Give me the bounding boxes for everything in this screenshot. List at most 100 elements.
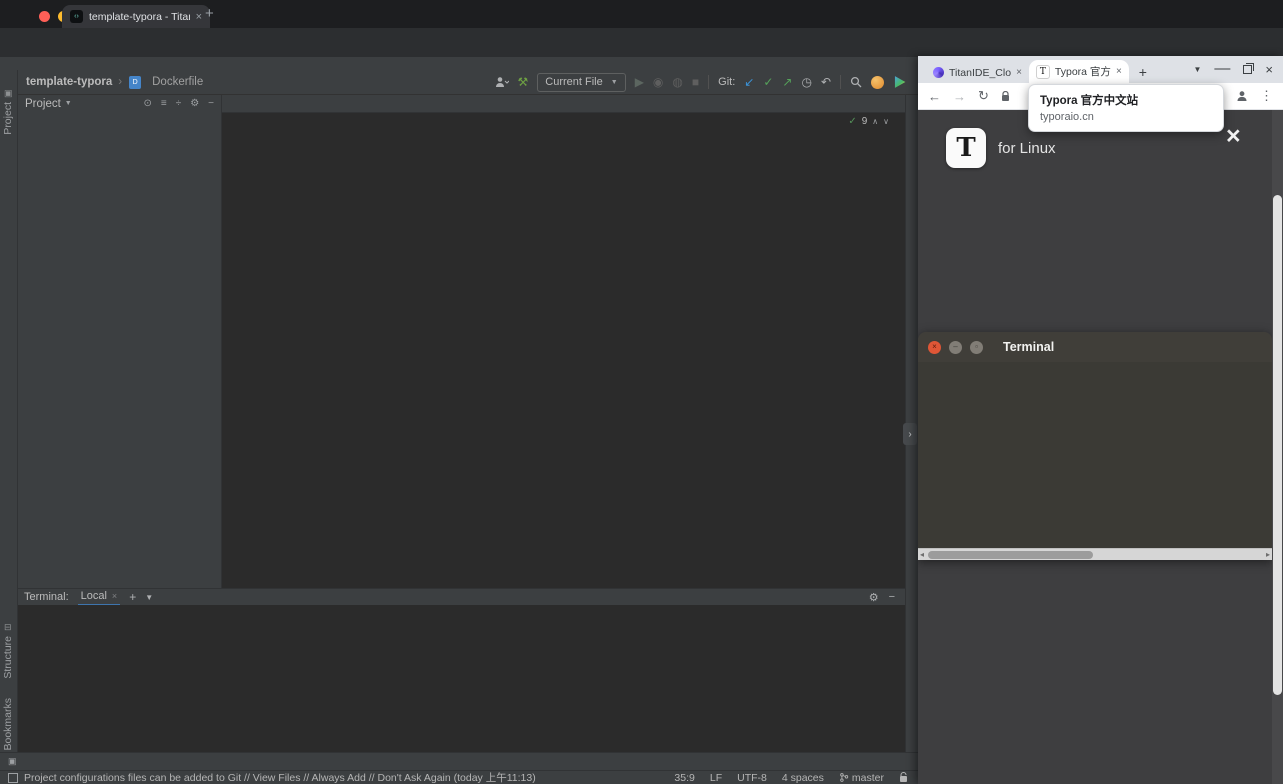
caret-position[interactable]: 35:9 xyxy=(674,772,694,784)
new-terminal-icon[interactable]: + xyxy=(129,590,136,604)
search-everywhere-icon[interactable] xyxy=(850,76,862,88)
embedded-tab-titanide[interactable]: TitanIDE_Clo × xyxy=(926,62,1029,83)
structure-toolwindow-icon[interactable]: ⊟ xyxy=(4,622,12,633)
indent-indicator[interactable]: 4 spaces xyxy=(782,772,824,784)
terminal-minimize-icon[interactable]: − xyxy=(889,591,895,604)
rollback-icon[interactable]: ↶ xyxy=(821,76,831,88)
dockerfile-icon: D xyxy=(129,75,142,89)
tab-hover-tooltip: Typora 官方中文站 typoraio.cn xyxy=(1028,84,1224,132)
tooltip-url: typoraio.cn xyxy=(1040,111,1094,123)
run-config-select[interactable]: Current File ▼ xyxy=(537,72,626,92)
horizontal-scrollbar[interactable]: ◂ ▸ xyxy=(918,548,1272,560)
scrollbar-thumb[interactable] xyxy=(1273,195,1282,695)
tab-close-icon[interactable]: × xyxy=(196,11,202,23)
coverage-icon[interactable]: ◍ xyxy=(672,76,682,88)
ubuntu-terminal-title: Terminal xyxy=(1003,340,1055,354)
macos-close-button[interactable] xyxy=(39,11,50,22)
ide-window: template-typora › D Dockerfile ⚒ Current… xyxy=(0,57,918,784)
project-strip-label[interactable]: Project xyxy=(2,102,14,135)
locate-file-icon[interactable]: ⊙ xyxy=(143,98,151,109)
ubuntu-terminal-window: × – ▫ Terminal ◂ ▸ xyxy=(918,332,1272,560)
ubuntu-terminal-titlebar: × – ▫ Terminal xyxy=(918,332,1272,362)
code-editor[interactable]: ✓ 9 ∧ ∨ xyxy=(222,113,905,588)
status-message-area[interactable]: Project configurations files can be adde… xyxy=(8,770,659,784)
status-message[interactable]: Project configurations files can be adde… xyxy=(24,770,536,784)
menu-dots-icon[interactable]: ⋮ xyxy=(1260,88,1273,104)
next-problem-icon[interactable]: ∨ xyxy=(883,117,889,126)
prev-problem-icon[interactable]: ∧ xyxy=(872,117,878,126)
history-icon[interactable]: ◷ xyxy=(801,76,811,88)
terminal-tab-close-icon[interactable]: × xyxy=(112,591,117,601)
page-close-icon[interactable]: × xyxy=(1226,124,1241,149)
collapse-all-icon[interactable]: ÷ xyxy=(176,98,182,109)
tooltip-title: Typora 官方中文站 xyxy=(1040,95,1139,107)
learn-ide-icon[interactable] xyxy=(871,75,884,89)
breadcrumb-file[interactable]: Dockerfile xyxy=(152,76,203,88)
project-toolwindow-icon[interactable]: ▣ xyxy=(4,88,13,99)
typora-logo: T xyxy=(946,128,986,168)
embedded-window-controls: ▼ — × xyxy=(1193,60,1283,83)
git-update-icon[interactable]: ↙ xyxy=(744,76,754,88)
new-tab-button[interactable]: + xyxy=(205,5,214,22)
editor-tabbar xyxy=(222,95,905,113)
run-icon[interactable]: ▶ xyxy=(635,76,644,88)
terminal-tab-label: Local xyxy=(80,590,107,602)
window-close-icon[interactable]: × xyxy=(928,340,941,354)
breadcrumb-project[interactable]: template-typora xyxy=(26,76,112,88)
project-header-actions: ⊙ ≡ ÷ ⚙ − xyxy=(143,98,214,109)
settings-gear-icon[interactable]: ⚙ xyxy=(190,98,199,109)
forward-icon[interactable]: → xyxy=(953,89,966,104)
titanide-favicon: ‹› xyxy=(70,10,83,23)
inspections-widget[interactable]: ✓ 9 ∧ ∨ xyxy=(848,116,889,127)
scrollbar-thumb[interactable] xyxy=(928,551,1093,559)
bookmarks-strip-label[interactable]: Bookmarks xyxy=(2,698,14,751)
splitter-expand-icon[interactable]: › xyxy=(903,423,917,445)
chevron-down-icon: ▼ xyxy=(64,100,72,107)
embedded-new-tab-icon[interactable]: + xyxy=(1139,64,1147,83)
terminal-settings-gear-icon[interactable]: ⚙ xyxy=(869,591,879,604)
git-push-icon[interactable]: ↗ xyxy=(782,76,792,88)
embedded-tab-typora[interactable]: T Typora 官方 × xyxy=(1028,60,1129,83)
unlock-icon[interactable] xyxy=(899,772,908,783)
git-branch-indicator[interactable]: master xyxy=(839,772,884,784)
minimize-icon[interactable]: — xyxy=(1214,60,1230,78)
user-dropdown-icon[interactable] xyxy=(495,76,509,88)
terminal-output[interactable] xyxy=(18,605,905,752)
git-commit-icon[interactable]: ✓ xyxy=(763,76,773,88)
terminal-dropdown-icon[interactable]: ▼ xyxy=(145,593,153,602)
build-hammer-icon[interactable]: ⚒ xyxy=(518,76,529,88)
profile-icon[interactable] xyxy=(1236,90,1248,102)
inspection-ok-icon: ✓ xyxy=(848,116,857,127)
reload-icon[interactable]: ↻ xyxy=(978,88,989,104)
terminal-tab-local[interactable]: Local × xyxy=(77,589,121,606)
git-label: Git: xyxy=(718,76,736,88)
titanide-assistant-icon[interactable] xyxy=(894,76,906,88)
page-scrollbar[interactable] xyxy=(1272,110,1283,784)
toolwindow-toggle-icon[interactable]: ▣ xyxy=(4,756,21,767)
browser-tab[interactable]: ‹› template-typora - TitanIDE × xyxy=(62,5,210,28)
scroll-left-icon[interactable]: ◂ xyxy=(920,550,924,559)
page-subtitle: for Linux xyxy=(998,140,1056,157)
restore-window-icon[interactable] xyxy=(1243,62,1255,74)
window-minimize-icon[interactable]: – xyxy=(949,340,962,354)
event-log-icon xyxy=(8,772,18,783)
structure-strip-label[interactable]: Structure xyxy=(2,636,14,679)
debug-icon[interactable]: ◉ xyxy=(653,76,663,88)
stop-icon[interactable]: ■ xyxy=(692,76,699,88)
tab-search-chevron-icon[interactable]: ▼ xyxy=(1193,65,1201,74)
browser-toolbar: ← → ↻ ⌂ https://try.titanide.cn/ide/web/… xyxy=(0,28,1283,83)
scroll-right-icon[interactable]: ▸ xyxy=(1266,550,1270,559)
expand-all-icon[interactable]: ≡ xyxy=(161,98,167,109)
bottom-toolwindow-bar: ▣ xyxy=(0,752,918,770)
project-panel-title[interactable]: Project xyxy=(25,98,61,110)
close-icon[interactable]: × xyxy=(1265,62,1273,77)
breadcrumb-separator-icon: › xyxy=(118,76,123,88)
toolbar-divider xyxy=(840,75,841,89)
hide-panel-icon[interactable]: − xyxy=(208,98,214,109)
back-icon[interactable]: ← xyxy=(928,89,941,104)
line-ending-indicator[interactable]: LF xyxy=(710,772,722,784)
encoding-indicator[interactable]: UTF-8 xyxy=(737,772,767,784)
tab-close-icon[interactable]: × xyxy=(1116,66,1122,77)
tab-close-icon[interactable]: × xyxy=(1016,67,1022,78)
window-maximize-icon[interactable]: ▫ xyxy=(970,340,983,354)
